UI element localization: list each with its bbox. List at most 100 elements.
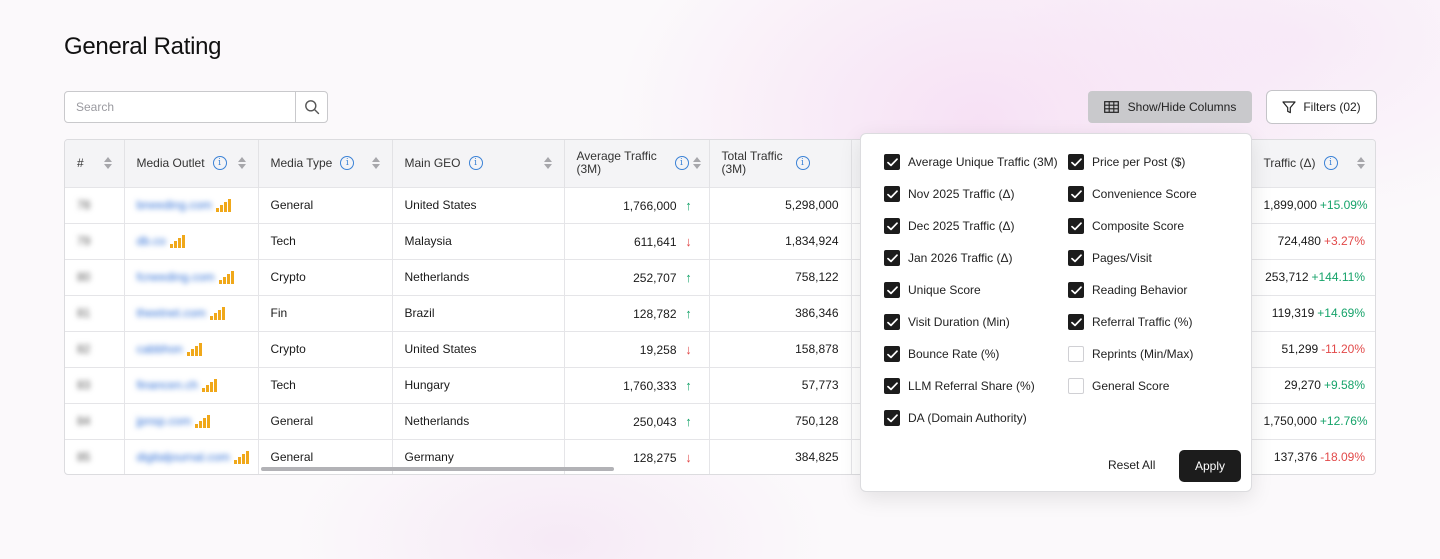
column-option[interactable]: General Score (1068, 377, 1169, 395)
traffic-delta-cell: 724,480 +3.27% (1251, 222, 1375, 259)
outlet-link[interactable]: jpnsp.com (137, 414, 192, 428)
rank-cell: 78 (65, 186, 125, 223)
media-outlet-cell[interactable]: jpnsp.com (124, 402, 259, 439)
media-outlet-cell[interactable]: digitaljournal.com (124, 438, 259, 474)
traffic-delta-cell: 1,899,000 +15.09% (1251, 186, 1375, 223)
column-option-label: Reading Behavior (1092, 283, 1188, 297)
info-icon[interactable]: i (468, 156, 483, 171)
column-option[interactable]: Dec 2025 Traffic (Δ) (884, 217, 1015, 235)
media-outlet-cell[interactable]: financen.ch (124, 366, 259, 403)
checkbox[interactable] (1068, 218, 1084, 234)
column-option-label: Referral Traffic (%) (1092, 315, 1193, 329)
info-icon[interactable]: i (1323, 156, 1338, 171)
column-header-media-outlet[interactable]: Media Outlet i (124, 140, 259, 187)
checkbox[interactable] (1068, 186, 1084, 202)
column-option[interactable]: Composite Score (1068, 217, 1184, 235)
outlet-link[interactable]: fcneeding.com (137, 270, 215, 284)
filters-button[interactable]: Filters (02) (1266, 90, 1377, 124)
column-option[interactable]: Convenience Score (1068, 185, 1197, 203)
info-icon[interactable]: i (340, 156, 355, 171)
info-icon[interactable]: i (674, 156, 689, 171)
outlet-link[interactable]: bneeding.com (137, 198, 212, 212)
media-outlet-cell[interactable]: bneeding.com (124, 186, 259, 223)
apply-button[interactable]: Apply (1179, 450, 1241, 482)
column-header-rank[interactable]: # (65, 140, 125, 187)
show-hide-columns-label: Show/Hide Columns (1127, 100, 1237, 114)
column-option[interactable]: Bounce Rate (%) (884, 345, 999, 363)
search-box (64, 91, 328, 123)
check-icon (1070, 253, 1082, 262)
outlet-link[interactable]: theetnet.com (137, 306, 206, 320)
media-outlet-cell[interactable]: fcneeding.com (124, 258, 259, 295)
column-header-main-geo[interactable]: Main GEO i (392, 140, 565, 187)
average-traffic-cell: 611,641 ↓ (564, 222, 710, 259)
column-option[interactable]: Nov 2025 Traffic (Δ) (884, 185, 1015, 203)
outlet-link[interactable]: financen.ch (137, 378, 198, 392)
outlet-link[interactable]: digitaljournal.com (137, 450, 230, 464)
column-header-total-traffic[interactable]: Total Traffic (3M) i (709, 140, 852, 187)
checkbox[interactable] (1068, 314, 1084, 330)
column-option[interactable]: Price per Post ($) (1068, 153, 1185, 171)
column-option[interactable]: Unique Score (884, 281, 981, 299)
info-icon[interactable]: i (212, 156, 227, 171)
column-header-traffic-delta[interactable]: Traffic (Δ) i (1251, 140, 1375, 187)
checkbox[interactable] (884, 250, 900, 266)
column-option-label: Convenience Score (1092, 187, 1197, 201)
column-option[interactable]: LLM Referral Share (%) (884, 377, 1035, 395)
checkbox[interactable] (884, 410, 900, 426)
column-option-label: Visit Duration (Min) (908, 315, 1010, 329)
column-option[interactable]: Visit Duration (Min) (884, 313, 1010, 331)
total-traffic-cell: 386,346 (709, 294, 852, 331)
search-button[interactable] (295, 92, 327, 122)
sort-icon[interactable] (1357, 157, 1365, 170)
checkbox[interactable] (884, 186, 900, 202)
checkbox[interactable] (1068, 378, 1084, 394)
sort-icon[interactable] (103, 157, 112, 170)
checkbox[interactable] (884, 154, 900, 170)
column-header-average-traffic[interactable]: Average Traffic (3M) i (564, 140, 710, 187)
checkbox[interactable] (1068, 346, 1084, 362)
arrow-down-icon: ↓ (685, 449, 692, 465)
horizontal-scrollbar[interactable] (261, 467, 614, 471)
media-outlet-cell[interactable]: db.co (124, 222, 259, 259)
main-geo-cell: Brazil (392, 294, 565, 331)
checkbox[interactable] (884, 218, 900, 234)
column-option[interactable]: Pages/Visit (1068, 249, 1152, 267)
sort-icon[interactable] (543, 157, 552, 170)
checkbox[interactable] (1068, 154, 1084, 170)
checkbox[interactable] (884, 282, 900, 298)
media-outlet-cell[interactable]: cabbhon (124, 330, 259, 367)
sort-icon[interactable] (237, 157, 246, 170)
sort-icon[interactable] (371, 157, 380, 170)
outlet-link[interactable]: db.co (137, 234, 166, 248)
column-option[interactable]: DA (Domain Authority) (884, 409, 1027, 427)
checkbox[interactable] (1068, 282, 1084, 298)
check-icon (886, 317, 898, 326)
show-hide-columns-button[interactable]: Show/Hide Columns (1088, 91, 1252, 123)
column-option-label: Dec 2025 Traffic (Δ) (908, 219, 1015, 233)
filter-icon (1282, 100, 1296, 113)
outlet-link[interactable]: cabbhon (137, 342, 183, 356)
checkbox[interactable] (884, 346, 900, 362)
check-icon (1070, 189, 1082, 198)
info-icon[interactable]: i (795, 156, 810, 171)
reset-all-button[interactable]: Reset All (1108, 458, 1155, 472)
arrow-up-icon: ↑ (685, 197, 692, 213)
column-option[interactable]: Referral Traffic (%) (1068, 313, 1192, 331)
arrow-up-icon: ↑ (685, 413, 692, 429)
search-input[interactable] (65, 92, 295, 122)
filters-label: Filters (02) (1303, 100, 1361, 114)
column-option[interactable]: Average Unique Traffic (3M) (884, 153, 1058, 171)
main-geo-cell: Malaysia (392, 222, 565, 259)
column-option[interactable]: Reprints (Min/Max) (1068, 345, 1193, 363)
column-option[interactable]: Reading Behavior (1068, 281, 1187, 299)
checkbox[interactable] (1068, 250, 1084, 266)
media-outlet-cell[interactable]: theetnet.com (124, 294, 259, 331)
column-option-label: Bounce Rate (%) (908, 347, 1000, 361)
column-header-media-type[interactable]: Media Type i (258, 140, 393, 187)
sort-icon[interactable] (692, 157, 701, 170)
checkbox[interactable] (884, 378, 900, 394)
checkbox[interactable] (884, 314, 900, 330)
column-option-label: Average Unique Traffic (3M) (908, 155, 1058, 169)
column-option[interactable]: Jan 2026 Traffic (Δ) (884, 249, 1013, 267)
